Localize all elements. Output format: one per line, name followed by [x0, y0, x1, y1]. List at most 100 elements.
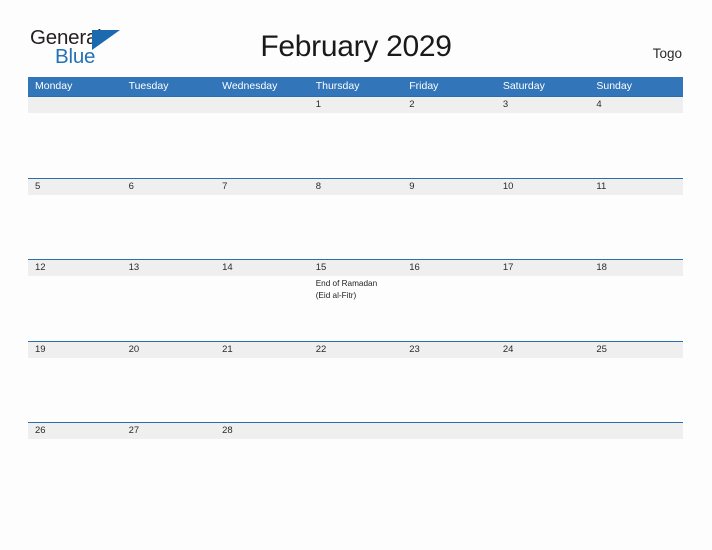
day-cell[interactable]	[309, 195, 403, 260]
day-number[interactable]: 16	[402, 260, 496, 276]
day-cell[interactable]	[309, 439, 403, 504]
day-number[interactable]: 26	[28, 423, 122, 439]
day-cell[interactable]	[215, 195, 309, 260]
day-number[interactable]: 12	[28, 260, 122, 276]
weekday-header-row: Monday Tuesday Wednesday Thursday Friday…	[28, 77, 683, 96]
page-header: General Blue February 2029 Togo	[0, 0, 712, 76]
day-cell[interactable]	[402, 113, 496, 178]
day-cell[interactable]	[215, 358, 309, 423]
day-number[interactable]: 25	[589, 342, 683, 358]
day-number[interactable]: 19	[28, 342, 122, 358]
day-cell[interactable]	[215, 113, 309, 178]
week-body-strip	[28, 439, 683, 504]
day-cell[interactable]	[496, 358, 590, 423]
day-number[interactable]: 9	[402, 179, 496, 195]
day-number[interactable]: 28	[215, 423, 309, 439]
day-number[interactable]: 1	[309, 97, 403, 113]
day-cell[interactable]	[589, 358, 683, 423]
day-number[interactable]: 14	[215, 260, 309, 276]
week-body-strip	[28, 357, 683, 423]
day-number[interactable]	[496, 423, 590, 439]
week-body-strip: End of Ramadan (Eid al-Fitr)	[28, 276, 683, 341]
day-number[interactable]	[402, 423, 496, 439]
calendar-week-row: 12 13 14 15 16 17 18 End of Ramadan (Eid…	[28, 259, 683, 341]
day-cell[interactable]	[28, 276, 122, 341]
country-label: Togo	[652, 46, 682, 61]
week-date-strip: 1 2 3 4	[28, 97, 683, 113]
day-number[interactable]: 27	[122, 423, 216, 439]
day-number[interactable]: 4	[589, 97, 683, 113]
day-number[interactable]: 6	[122, 179, 216, 195]
day-cell[interactable]	[122, 358, 216, 423]
weekday-header-sunday: Sunday	[596, 80, 632, 92]
day-cell[interactable]	[122, 439, 216, 504]
day-number[interactable]: 23	[402, 342, 496, 358]
weekday-header-monday: Monday	[35, 80, 73, 92]
day-number[interactable]	[28, 97, 122, 113]
day-number[interactable]: 10	[496, 179, 590, 195]
day-cell[interactable]	[496, 113, 590, 178]
day-cell[interactable]	[496, 439, 590, 504]
weekday-header-saturday: Saturday	[502, 80, 545, 92]
day-number[interactable]: 7	[215, 179, 309, 195]
day-cell[interactable]	[309, 113, 403, 178]
day-cell[interactable]	[589, 113, 683, 178]
event-label-secondary: (Eid al-Fitr)	[315, 290, 357, 300]
day-cell[interactable]	[122, 195, 216, 260]
weekday-header-friday: Friday	[409, 80, 439, 92]
day-number[interactable]: 2	[402, 97, 496, 113]
day-cell[interactable]	[402, 439, 496, 504]
day-number[interactable]: 21	[215, 342, 309, 358]
day-number[interactable]	[309, 423, 403, 439]
event-label: End of Ramadan	[315, 279, 378, 288]
calendar-week-row: 5 6 7 8 9 10 11	[28, 177, 683, 260]
calendar-week-row: 19 20 21 22 23 24 25	[28, 340, 683, 423]
calendar-page: General Blue February 2029 Togo Monday T…	[0, 0, 712, 550]
day-number[interactable]: 15	[309, 260, 403, 276]
day-number[interactable]: 24	[496, 342, 590, 358]
day-number[interactable]: 11	[589, 179, 683, 195]
day-number[interactable]	[215, 97, 309, 113]
calendar-week-row: 1 2 3 4	[28, 96, 683, 178]
day-number[interactable]: 17	[496, 260, 590, 276]
week-body-strip	[28, 113, 683, 178]
day-cell[interactable]	[28, 358, 122, 423]
day-cell[interactable]	[122, 113, 216, 178]
day-number[interactable]: 13	[122, 260, 216, 276]
week-date-strip: 5 6 7 8 9 10 11	[28, 178, 683, 195]
day-number[interactable]: 8	[309, 179, 403, 195]
day-cell[interactable]	[402, 195, 496, 260]
day-cell[interactable]	[215, 439, 309, 504]
day-cell-with-event[interactable]: End of Ramadan (Eid al-Fitr)	[309, 276, 403, 341]
day-cell[interactable]	[496, 195, 590, 260]
page-title: February 2029	[260, 30, 452, 63]
weekday-header-thursday: Thursday	[315, 80, 360, 92]
day-number[interactable]	[122, 97, 216, 113]
day-cell[interactable]	[28, 195, 122, 260]
calendar-grid: Monday Tuesday Wednesday Thursday Friday…	[28, 77, 683, 504]
day-cell[interactable]	[589, 439, 683, 504]
day-cell[interactable]	[589, 195, 683, 260]
day-cell[interactable]	[215, 276, 309, 341]
day-number[interactable]: 20	[122, 342, 216, 358]
day-number[interactable]: 5	[28, 179, 122, 195]
day-number[interactable]: 3	[496, 97, 590, 113]
weekday-header-tuesday: Tuesday	[128, 80, 169, 92]
day-cell[interactable]	[309, 358, 403, 423]
day-cell[interactable]	[589, 276, 683, 341]
week-date-strip: 12 13 14 15 16 17 18	[28, 260, 683, 276]
day-cell[interactable]	[28, 113, 122, 178]
week-body-strip	[28, 194, 683, 260]
week-date-strip: 26 27 28	[28, 423, 683, 439]
weekday-header-wednesday: Wednesday	[222, 80, 278, 92]
day-cell[interactable]	[496, 276, 590, 341]
week-date-strip: 19 20 21 22 23 24 25	[28, 341, 683, 358]
day-cell[interactable]	[122, 276, 216, 341]
day-number[interactable]	[589, 423, 683, 439]
calendar-week-row: 26 27 28	[28, 422, 683, 504]
day-number[interactable]: 22	[309, 342, 403, 358]
day-number[interactable]: 18	[589, 260, 683, 276]
day-cell[interactable]	[28, 439, 122, 504]
day-cell[interactable]	[402, 358, 496, 423]
day-cell[interactable]	[402, 276, 496, 341]
